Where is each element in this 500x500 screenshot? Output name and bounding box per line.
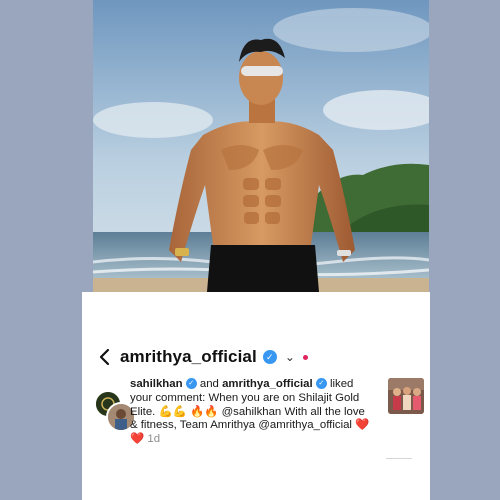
header-username[interactable]: amrithya_official: [120, 347, 257, 367]
beach-photo-illustration: [93, 0, 429, 292]
verified-icon: ✓: [185, 378, 197, 390]
notification-dot: [302, 354, 308, 360]
username-link[interactable]: amrithya_official: [222, 378, 313, 390]
chevron-down-icon[interactable]: ⌄: [285, 350, 295, 364]
chevron-left-icon[interactable]: [98, 347, 114, 367]
avatar-stack[interactable]: [94, 390, 136, 432]
connector-text: and: [199, 378, 219, 390]
username-link[interactable]: sahilkhan: [130, 378, 183, 390]
instagram-activity-panel: amrithya_official ✓ ⌄ sahilkhan ✓ and am…: [82, 292, 430, 500]
verified-icon: ✓: [315, 378, 327, 390]
mention-link[interactable]: @sahilkhan: [222, 406, 282, 418]
divider: [386, 458, 412, 459]
timestamp: 1d: [147, 433, 161, 446]
post-photo: [93, 0, 429, 292]
post-thumbnail[interactable]: [388, 378, 424, 414]
profile-header: amrithya_official ✓ ⌄: [98, 344, 308, 370]
mention-link[interactable]: @amrithya_official: [258, 419, 352, 431]
like-notification[interactable]: sahilkhan ✓ and amrithya_official ✓ like…: [90, 378, 424, 448]
emoji-text: 💪💪 🔥🔥: [158, 405, 219, 418]
notification-text: sahilkhan ✓ and amrithya_official ✓ like…: [130, 378, 374, 447]
verified-icon: ✓: [262, 350, 277, 364]
